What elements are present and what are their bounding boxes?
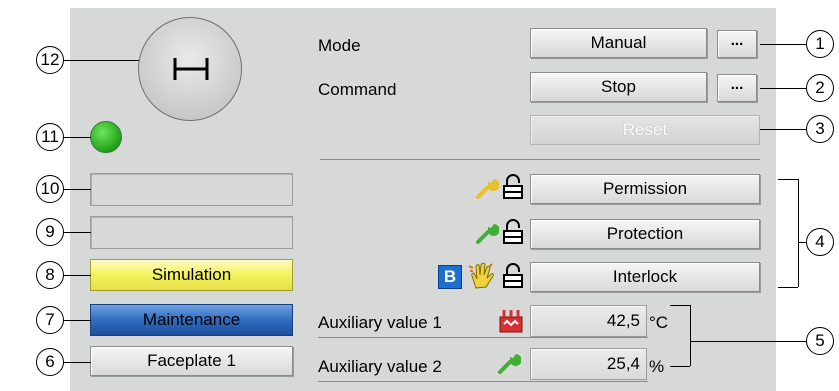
mode-button[interactable]: Manual <box>530 28 707 58</box>
callout-line-6 <box>63 362 91 363</box>
aux-value-2: 25,4 <box>530 348 647 380</box>
callout-bracket-5-bottom <box>670 366 690 367</box>
wrench-icon <box>476 179 499 199</box>
aux-value-1-label: Auxiliary value 1 <box>318 313 442 332</box>
callout-bracket-5-top <box>670 305 690 306</box>
callout-2: 2 <box>806 74 834 102</box>
callout-3: 3 <box>806 115 834 143</box>
status-led <box>90 121 122 153</box>
callout-bracket-4-top <box>778 179 798 180</box>
callout-11: 11 <box>36 123 64 151</box>
callout-line-7 <box>63 320 91 321</box>
callout-line-8 <box>63 275 91 276</box>
valve-glyph-icon <box>173 58 209 80</box>
status-display-9 <box>90 216 293 249</box>
callout-8: 8 <box>36 261 64 289</box>
status-display-10 <box>90 173 293 206</box>
wrench-icon <box>498 354 521 374</box>
lock-icon <box>503 174 523 199</box>
aux-value-2-unit: % <box>649 357 665 376</box>
separator <box>320 159 760 160</box>
aux-value-1: 42,5 <box>530 305 647 337</box>
command-button[interactable]: Stop <box>530 72 707 102</box>
mode-more-button[interactable]: ... <box>717 30 757 58</box>
bypass-badge: B <box>438 265 462 289</box>
callout-line-2 <box>760 88 807 89</box>
callout-line-12 <box>63 60 139 61</box>
reset-button[interactable]: Reset <box>530 115 760 145</box>
callout-6: 6 <box>36 348 64 376</box>
maintenance-indicator: Maintenance <box>90 304 293 336</box>
callout-5: 5 <box>806 327 834 355</box>
callout-line-1 <box>760 44 807 45</box>
callout-line-3 <box>760 129 807 130</box>
simulation-indicator: Simulation <box>90 259 293 291</box>
callout-9: 9 <box>36 218 64 246</box>
interlock-button[interactable]: Interlock <box>530 262 760 292</box>
callout-bracket-5 <box>690 305 691 366</box>
permission-button[interactable]: Permission <box>530 174 760 204</box>
heater-icon <box>499 310 523 333</box>
callout-1: 1 <box>806 30 834 58</box>
valve-symbol <box>138 17 242 121</box>
callout-4: 4 <box>806 228 834 256</box>
aux-value-2-label: Auxiliary value 2 <box>318 357 442 376</box>
hand-icon <box>468 262 494 289</box>
callout-10: 10 <box>36 175 64 203</box>
aux-value-1-unit: °C <box>649 313 669 332</box>
protection-button[interactable]: Protection <box>530 219 760 249</box>
mode-label: Mode <box>318 36 361 55</box>
aux-underline-1 <box>318 337 648 338</box>
lock-icon <box>503 219 523 244</box>
wrench-icon <box>476 224 499 244</box>
aux-underline-2 <box>318 381 648 382</box>
callout-7: 7 <box>36 306 64 334</box>
callout-line-10 <box>63 189 91 190</box>
callout-line-11 <box>63 137 91 138</box>
callout-line-9 <box>63 232 91 233</box>
callout-bracket-4-bottom <box>778 287 798 288</box>
callout-12: 12 <box>36 46 64 74</box>
command-label: Command <box>318 80 397 99</box>
callout-bracket-4 <box>798 179 799 287</box>
lock-icon <box>503 263 523 288</box>
command-more-button[interactable]: ... <box>717 74 757 102</box>
faceplate-button[interactable]: Faceplate 1 <box>90 346 293 376</box>
callout-line-5 <box>690 341 807 342</box>
